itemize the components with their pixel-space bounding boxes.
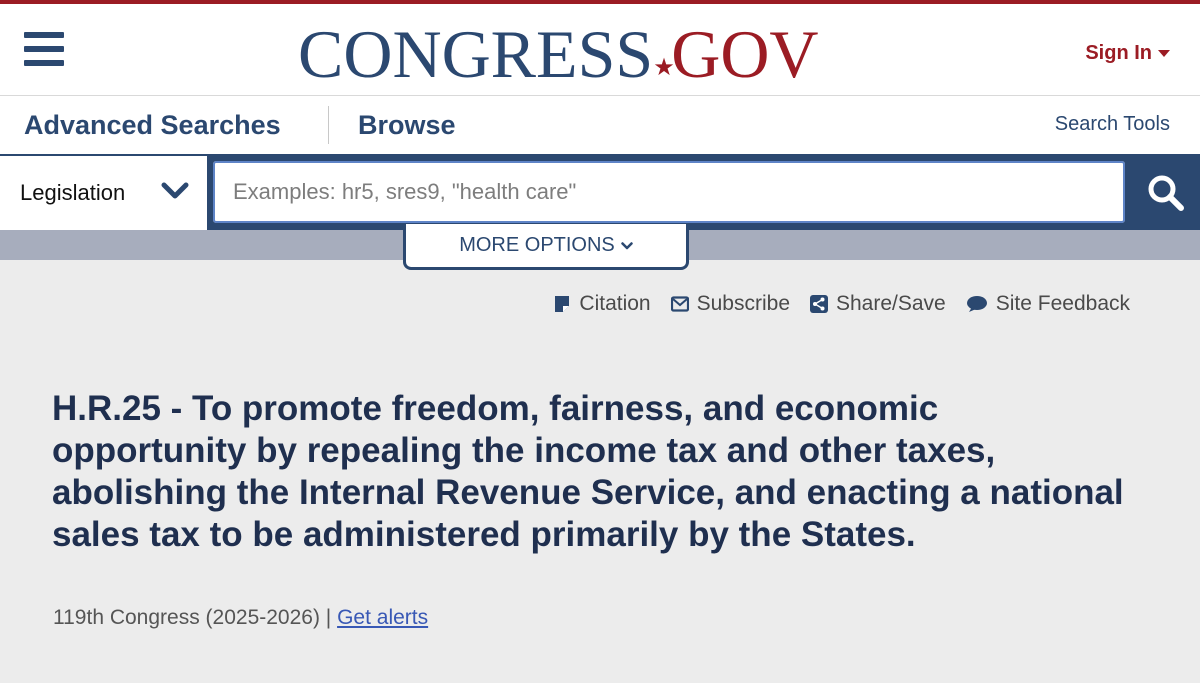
subscribe-label: Subscribe: [696, 292, 790, 315]
search-icon: [1148, 175, 1184, 211]
site-feedback-label: Site Feedback: [995, 292, 1130, 315]
site-logo[interactable]: CONGRESS ★ GOV: [298, 18, 819, 90]
sign-in-label: Sign In: [1085, 42, 1152, 64]
search-button[interactable]: [1132, 156, 1200, 230]
share-save-link[interactable]: Share/Save: [810, 292, 946, 316]
chat-bubble-icon: [966, 296, 987, 312]
share-save-label: Share/Save: [836, 292, 946, 315]
site-header: CONGRESS ★ GOV Sign In: [0, 0, 1200, 96]
chevron-down-icon: [161, 182, 189, 199]
search-input-wrapper: [210, 158, 1128, 226]
citation-link[interactable]: Citation: [553, 292, 651, 316]
bill-meta: 119th Congress (2025-2026) | Get alerts: [53, 606, 428, 630]
chevron-down-icon: [621, 241, 633, 249]
nav-advanced-searches[interactable]: Advanced Searches: [24, 110, 281, 141]
collection-label: Legislation: [20, 180, 126, 205]
subscribe-link[interactable]: Subscribe: [670, 292, 790, 316]
page-utilities: Citation Subscribe Share/Save Site Feedb…: [553, 292, 1130, 316]
search-input[interactable]: [213, 161, 1125, 223]
caret-down-icon: [1158, 50, 1170, 57]
main-nav: Advanced Searches Browse Search Tools: [0, 96, 1200, 154]
menu-icon[interactable]: [24, 32, 64, 70]
page-title: H.R.25 - To promote freedom, fairness, a…: [52, 389, 1124, 554]
logo-star-icon: ★: [653, 55, 675, 81]
logo-congress-text: CONGRESS: [298, 16, 654, 92]
share-icon: [810, 295, 828, 313]
site-feedback-link[interactable]: Site Feedback: [966, 292, 1130, 316]
get-alerts-link[interactable]: Get alerts: [337, 606, 428, 629]
nav-browse[interactable]: Browse: [358, 110, 456, 141]
collection-select[interactable]: Legislation: [0, 156, 207, 230]
sign-in-button[interactable]: Sign In: [1085, 42, 1170, 65]
congress-session: 119th Congress (2025-2026) |: [53, 606, 338, 629]
more-options-label: MORE OPTIONS: [459, 234, 615, 256]
envelope-icon: [670, 296, 689, 312]
more-options-button[interactable]: MORE OPTIONS: [403, 224, 689, 270]
citation-icon: [555, 296, 570, 312]
search-bar: Legislation: [0, 154, 1200, 230]
nav-divider: [328, 106, 329, 144]
search-tools-link[interactable]: Search Tools: [1055, 113, 1170, 136]
logo-gov-text: GOV: [671, 16, 819, 92]
citation-label: Citation: [579, 292, 651, 315]
